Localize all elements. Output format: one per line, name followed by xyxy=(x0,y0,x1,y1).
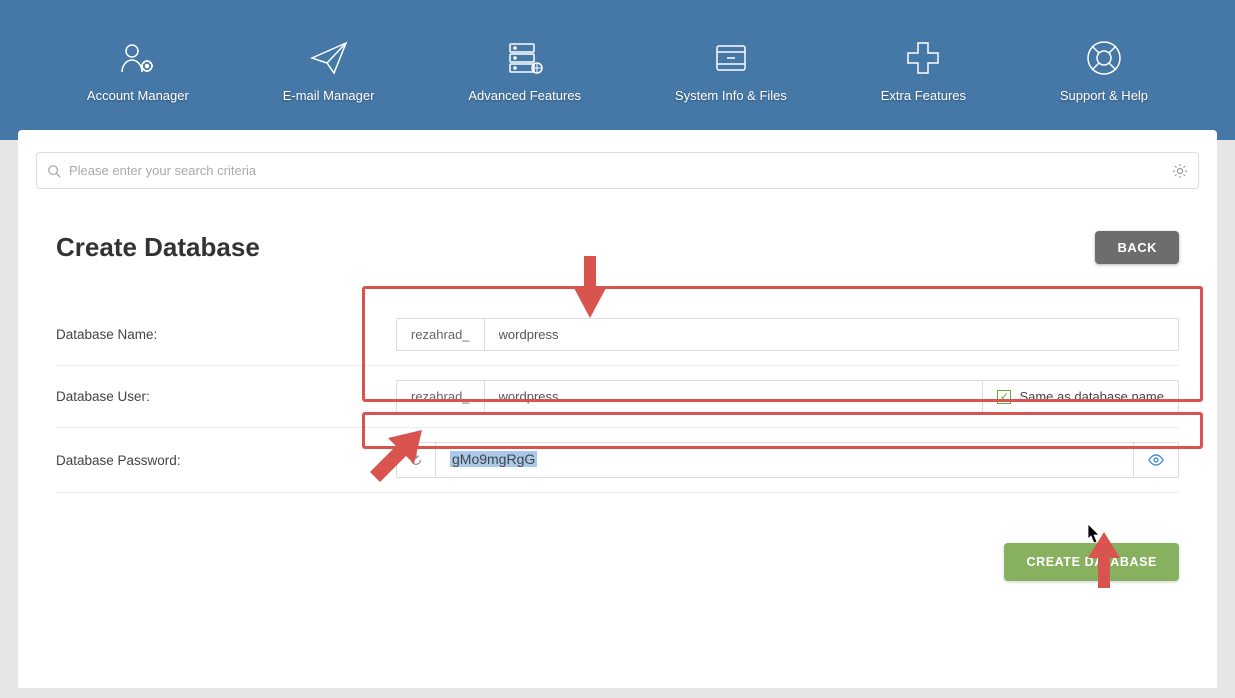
db-user-label: Database User: xyxy=(56,389,396,404)
nav-label: System Info & Files xyxy=(675,88,787,103)
user-gear-icon xyxy=(118,38,158,78)
search-bar xyxy=(36,152,1199,189)
db-name-label: Database Name: xyxy=(56,327,396,342)
page-title: Create Database xyxy=(56,232,260,263)
nav-label: Advanced Features xyxy=(468,88,581,103)
gear-icon[interactable] xyxy=(1172,163,1188,179)
show-password-button[interactable] xyxy=(1134,442,1179,478)
db-name-input[interactable] xyxy=(485,318,1179,351)
nav-label: Support & Help xyxy=(1060,88,1148,103)
db-pwd-label: Database Password: xyxy=(56,453,396,468)
nav-label: Extra Features xyxy=(881,88,966,103)
db-user-row: Database User: rezahrad_ ✓ Same as datab… xyxy=(56,366,1179,428)
nav-extra-features[interactable]: Extra Features xyxy=(881,38,966,103)
create-database-button[interactable]: CREATE DATABASE xyxy=(1004,543,1179,581)
search-icon xyxy=(47,164,61,178)
paper-plane-icon xyxy=(309,38,349,78)
db-password-input[interactable]: gMo9mgRgG xyxy=(436,442,1134,478)
same-as-checkbox[interactable]: ✓ Same as database name xyxy=(983,380,1179,413)
check-icon: ✓ xyxy=(997,390,1011,404)
nav-label: Account Manager xyxy=(87,88,189,103)
nav-email-manager[interactable]: E-mail Manager xyxy=(283,38,375,103)
back-button[interactable]: BACK xyxy=(1095,231,1179,264)
nav-account-manager[interactable]: Account Manager xyxy=(87,38,189,103)
drawer-icon xyxy=(711,38,751,78)
refresh-icon xyxy=(409,453,423,467)
top-nav: Account Manager E-mail Manager Advanced … xyxy=(0,0,1235,140)
lifebuoy-icon xyxy=(1084,38,1124,78)
same-as-label: Same as database name xyxy=(1019,389,1164,404)
nav-label: E-mail Manager xyxy=(283,88,375,103)
db-name-prefix: rezahrad_ xyxy=(396,318,485,351)
eye-icon xyxy=(1148,452,1164,468)
plus-icon xyxy=(903,38,943,78)
nav-system-info-files[interactable]: System Info & Files xyxy=(675,38,787,103)
generate-password-button[interactable] xyxy=(396,442,436,478)
nav-support-help[interactable]: Support & Help xyxy=(1060,38,1148,103)
db-pwd-row: Database Password: gMo9mgRgG xyxy=(56,428,1179,493)
db-user-prefix: rezahrad_ xyxy=(396,380,485,413)
db-name-row: Database Name: rezahrad_ xyxy=(56,304,1179,366)
nav-advanced-features[interactable]: Advanced Features xyxy=(468,38,581,103)
search-input[interactable] xyxy=(61,159,1164,182)
server-icon xyxy=(505,38,545,78)
db-user-input[interactable] xyxy=(485,380,984,413)
main-panel: Create Database BACK Database Name: reza… xyxy=(18,130,1217,688)
